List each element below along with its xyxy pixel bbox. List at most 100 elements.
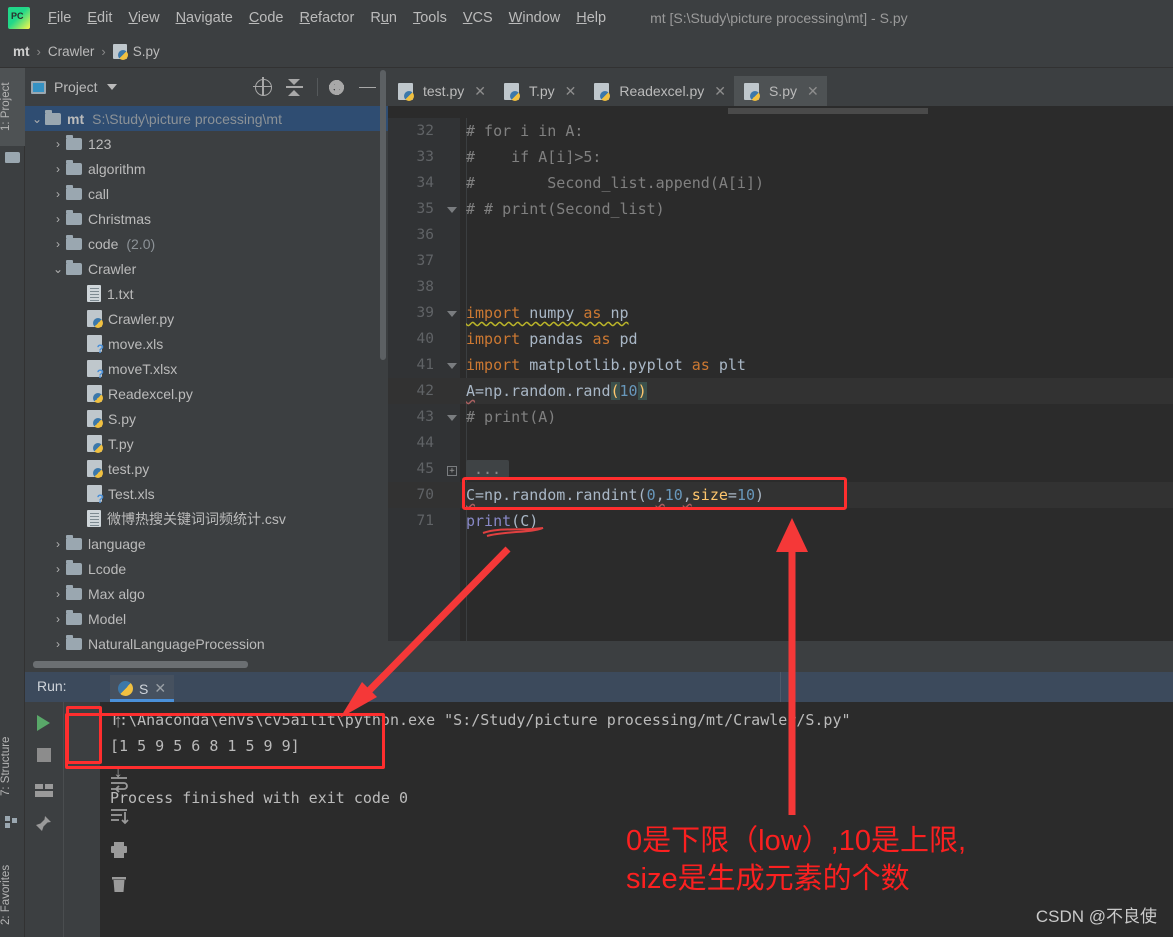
code-fold-icon[interactable] (444, 307, 460, 320)
tree-item[interactable]: › language (25, 531, 388, 556)
chevron-icon[interactable]: › (52, 137, 64, 151)
chevron-icon[interactable]: › (52, 537, 64, 551)
rerun-icon[interactable] (33, 712, 55, 734)
sidebar-tab-project[interactable]: 1: Project (0, 68, 25, 146)
tree-item[interactable]: ⌄ mt S:\Study\picture processing\mt (25, 106, 388, 131)
sidebar-tab-favorites[interactable]: 2: Favorites (0, 853, 25, 937)
code-fold-icon[interactable] (444, 359, 460, 372)
run-configuration-tab[interactable]: S ✕ (110, 675, 175, 702)
project-panel-header: Project (25, 68, 388, 106)
menu-item-code[interactable]: Code (241, 7, 292, 29)
text-file-icon (87, 285, 101, 302)
code-line[interactable]: 41 import matplotlib.pyplot as plt (388, 352, 1173, 378)
menu-item-vcs[interactable]: VCS (455, 7, 501, 29)
close-icon[interactable]: ✕ (807, 83, 819, 100)
breadcrumb-item-project[interactable]: mt (13, 44, 30, 59)
tree-item[interactable]: › NaturalLanguageProcession (25, 631, 388, 656)
code-line[interactable]: 37 (388, 248, 1173, 274)
tree-item[interactable]: test.py (25, 456, 388, 481)
tree-item[interactable]: › Max algo (25, 581, 388, 606)
chevron-icon[interactable]: › (52, 212, 64, 226)
code-line[interactable]: 39 import numpy as np (388, 300, 1173, 326)
code-line[interactable]: 35 # # print(Second_list) (388, 196, 1173, 222)
editor-tab[interactable]: test.py ✕ (388, 76, 494, 106)
tree-item[interactable]: moveT.xlsx (25, 356, 388, 381)
collapse-all-icon[interactable] (286, 78, 303, 96)
editor-tab[interactable]: T.py ✕ (494, 76, 584, 106)
menu-item-edit[interactable]: Edit (79, 7, 120, 29)
stop-icon[interactable] (33, 744, 55, 766)
close-icon[interactable]: ✕ (474, 83, 486, 100)
gear-icon[interactable] (328, 79, 345, 96)
code-editor[interactable]: 32 # for i in A: 33 # if A[i]>5: 34 # Second_… (388, 106, 1173, 641)
chevron-icon[interactable]: › (52, 187, 64, 201)
tree-item[interactable]: ⌄ Crawler (25, 256, 388, 281)
tree-horizontal-scrollbar[interactable] (33, 661, 248, 668)
sidebar-tab-structure[interactable]: 7: Structure (0, 723, 25, 809)
code-fold-icon[interactable] (444, 411, 460, 424)
tree-item[interactable]: › Lcode (25, 556, 388, 581)
tree-item[interactable]: › Model (25, 606, 388, 631)
hide-panel-icon[interactable] (359, 79, 376, 96)
chevron-icon[interactable]: › (52, 162, 64, 176)
code-line[interactable]: 34 # Second_list.append(A[i]) (388, 170, 1173, 196)
menu-item-navigate[interactable]: Navigate (168, 7, 241, 29)
code-line[interactable]: 40 import pandas as pd (388, 326, 1173, 352)
tree-vertical-scrollbar[interactable] (380, 70, 386, 360)
tree-item[interactable]: Crawler.py (25, 306, 388, 331)
run-console-output[interactable]: T:\Anaconda\envs\cv5ailit\python.exe "S:… (110, 702, 1170, 937)
menu-item-file[interactable]: File (40, 7, 79, 29)
editor-tab[interactable]: Readexcel.py ✕ (584, 76, 734, 106)
tree-item[interactable]: › code (2.0) (25, 231, 388, 256)
code-line[interactable]: 44 (388, 430, 1173, 456)
editor-tab[interactable]: S.py ✕ (733, 76, 827, 106)
code-line[interactable]: 42 A=np.random.rand(10) (388, 378, 1173, 404)
layout-settings-icon[interactable] (33, 780, 55, 802)
tree-item[interactable]: › algorithm (25, 156, 388, 181)
tree-item[interactable]: move.xls (25, 331, 388, 356)
chevron-down-icon[interactable] (106, 84, 117, 90)
chevron-icon[interactable]: › (52, 562, 64, 576)
tree-item[interactable]: Test.xls (25, 481, 388, 506)
tree-item[interactable]: › Christmas (25, 206, 388, 231)
menu-item-help[interactable]: Help (568, 7, 614, 29)
breadcrumb-item-folder[interactable]: Crawler (48, 44, 95, 59)
tree-item[interactable]: › 123 (25, 131, 388, 156)
menu-item-window[interactable]: Window (501, 7, 569, 29)
chevron-icon[interactable]: › (52, 612, 64, 626)
close-icon[interactable]: ✕ (565, 83, 577, 100)
menu-item-refactor[interactable]: Refactor (292, 7, 363, 29)
close-icon[interactable]: ✕ (714, 83, 726, 100)
tree-item[interactable]: 1.txt (25, 281, 388, 306)
chevron-icon[interactable]: › (52, 587, 64, 601)
code-line[interactable]: 38 (388, 274, 1173, 300)
menu-item-view[interactable]: View (120, 7, 167, 29)
code-text: # print(A) (466, 408, 557, 426)
menu-item-run[interactable]: Run (362, 7, 405, 29)
project-tree[interactable]: ⌄ mt S:\Study\picture processing\mt › 123 › al… (25, 106, 388, 672)
tree-item[interactable]: T.py (25, 431, 388, 456)
tree-item[interactable]: S.py (25, 406, 388, 431)
code-line[interactable]: 43 # print(A) (388, 404, 1173, 430)
tree-item[interactable]: Readexcel.py (25, 381, 388, 406)
tree-item[interactable]: 微博热搜关键词词频统计.csv (25, 506, 388, 531)
code-line[interactable]: 32 # for i in A: (388, 118, 1173, 144)
chevron-icon[interactable]: ⌄ (52, 262, 64, 276)
code-fold-icon[interactable]: + (444, 463, 460, 476)
editor-code-area[interactable]: 32 # for i in A: 33 # if A[i]>5: 34 # Second_… (388, 118, 1173, 641)
code-line[interactable]: 33 # if A[i]>5: (388, 144, 1173, 170)
locate-icon[interactable] (253, 76, 272, 96)
code-line[interactable]: 36 (388, 222, 1173, 248)
pin-icon[interactable] (33, 814, 55, 836)
code-line[interactable]: 71 print(C) (388, 508, 1173, 534)
tree-item[interactable]: › call (25, 181, 388, 206)
chevron-icon[interactable]: › (52, 637, 64, 651)
code-line[interactable]: 70 C=np.random.randint(0,10,size=10) (388, 482, 1173, 508)
menu-item-tools[interactable]: Tools (405, 7, 455, 29)
chevron-icon[interactable]: › (52, 237, 64, 251)
code-line[interactable]: 45 +... (388, 456, 1173, 482)
close-icon[interactable]: ✕ (154, 680, 166, 697)
chevron-icon[interactable]: ⌄ (31, 112, 43, 126)
breadcrumb-item-file[interactable]: S.py (112, 44, 160, 60)
code-fold-icon[interactable] (444, 203, 460, 216)
